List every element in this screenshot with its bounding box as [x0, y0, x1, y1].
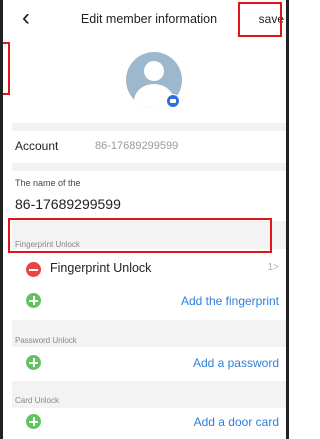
- card-section-caption: Card Unlock: [15, 396, 60, 405]
- avatar-head-shape: [144, 61, 164, 81]
- screen: ‹ Edit member information save Account 8…: [0, 0, 289, 439]
- add-card-icon[interactable]: [26, 414, 41, 429]
- remove-fingerprint-icon[interactable]: [26, 262, 41, 277]
- password-section-caption: Password Unlock: [15, 336, 77, 345]
- name-caption: The name of the: [15, 178, 81, 188]
- account-value: 86-17689299599: [95, 140, 179, 152]
- add-password-link[interactable]: Add a password: [193, 356, 279, 370]
- account-label: Account: [15, 139, 59, 153]
- right-border: [286, 0, 289, 439]
- fingerprint-item-count[interactable]: 1>: [268, 262, 279, 273]
- side-highlight-mark: [3, 42, 10, 95]
- add-fingerprint-icon[interactable]: [26, 293, 41, 308]
- add-fingerprint-link[interactable]: Add the fingerprint: [181, 294, 279, 308]
- section-divider: [12, 163, 286, 171]
- add-password-icon[interactable]: [26, 355, 41, 370]
- fingerprint-highlight-box: [8, 218, 272, 253]
- name-value[interactable]: 86-17689299599: [15, 196, 121, 212]
- camera-icon[interactable]: [166, 94, 180, 108]
- add-card-link[interactable]: Add a door card: [194, 415, 279, 429]
- fingerprint-item-label: Fingerprint Unlock: [50, 261, 152, 275]
- save-highlight-box: [238, 2, 282, 37]
- section-divider: [12, 123, 286, 131]
